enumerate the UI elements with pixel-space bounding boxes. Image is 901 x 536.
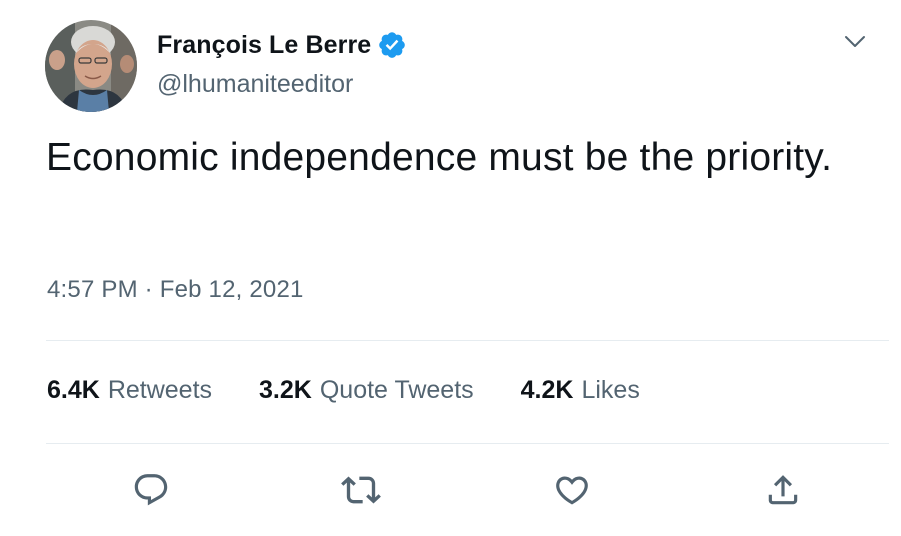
tweet-text: Economic independence must be the priori… [46,136,833,179]
retweet-icon [341,476,381,504]
likes-stat[interactable]: 4.2K Likes [521,376,640,405]
verified-badge-icon [377,30,407,60]
quote-tweets-count: 3.2K [259,376,312,404]
tweet-date: Feb 12, 2021 [159,276,304,303]
author-handle[interactable]: @lhumaniteeditor [157,70,407,99]
meta-separator: · [144,276,153,303]
divider [46,443,889,444]
chevron-down-icon[interactable] [840,30,870,54]
retweet-button[interactable] [339,468,383,512]
share-icon [768,475,798,505]
tweet-time: 4:57 PM [47,276,138,303]
tweet-actions [0,468,901,512]
tweet-stats: 6.4K Retweets 3.2K Quote Tweets 4.2K Likes [47,376,687,405]
avatar-photo [45,20,137,112]
likes-label: Likes [581,376,640,404]
quote-tweets-stat[interactable]: 3.2K Quote Tweets [259,376,474,405]
heart-icon [556,476,588,505]
like-button[interactable] [550,468,594,512]
divider [46,340,889,341]
share-button[interactable] [761,468,805,512]
retweets-stat[interactable]: 6.4K Retweets [47,376,212,405]
author-info: François Le Berre @lhumaniteeditor [157,28,407,99]
quote-tweets-label: Quote Tweets [319,376,474,404]
tweet-card: François Le Berre @lhumaniteeditor Econo… [0,0,901,536]
retweets-count: 6.4K [47,376,100,404]
author-name[interactable]: François Le Berre [157,31,371,60]
reply-button[interactable] [129,468,173,512]
avatar[interactable] [45,20,137,112]
reply-icon [134,474,168,506]
retweets-label: Retweets [107,376,213,404]
tweet-timestamp[interactable]: 4:57 PM · Feb 12, 2021 [47,276,304,304]
likes-count: 4.2K [520,376,574,404]
